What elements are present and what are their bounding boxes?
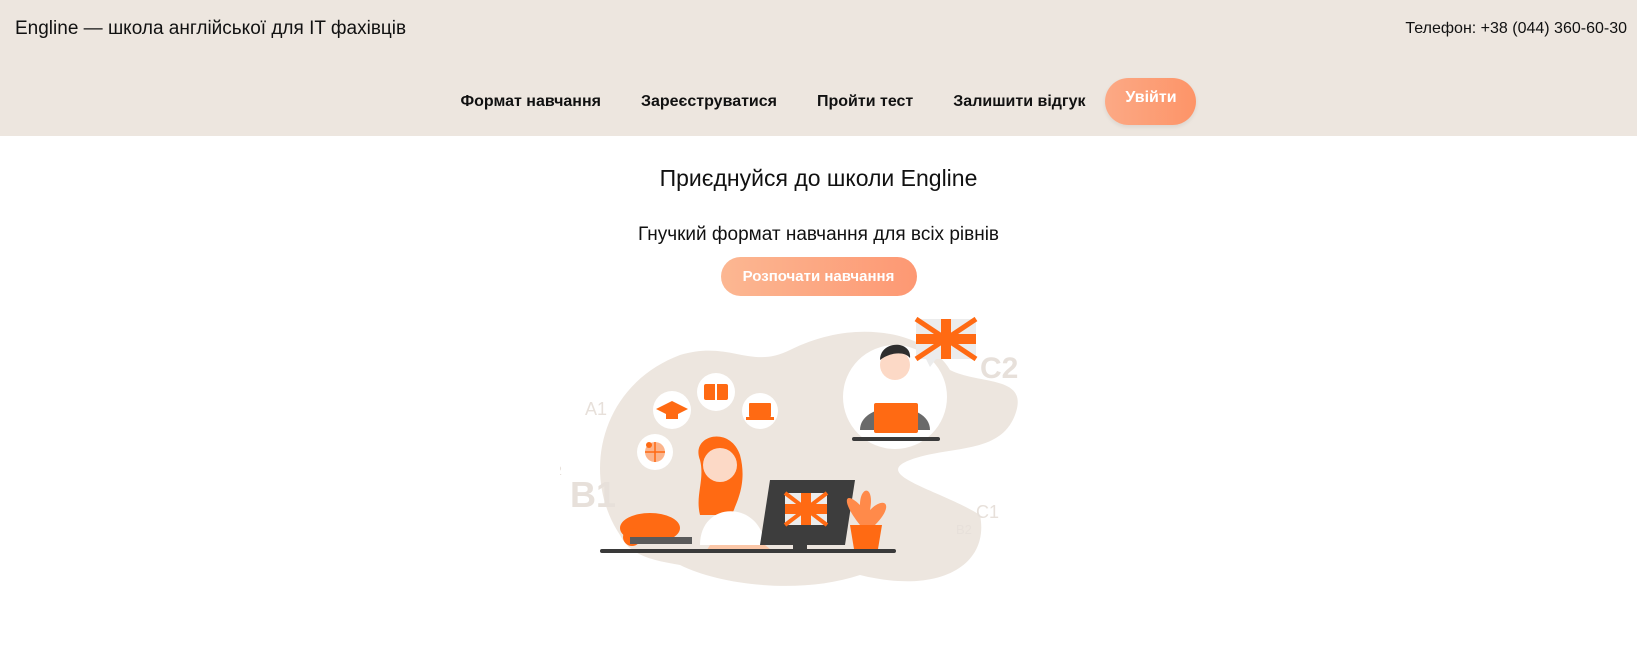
hero-subtitle: Гнучкий формат навчання для всіх рівнів [637, 224, 1000, 245]
site-header: Engline — школа англійської для IT фахів… [0, 0, 1637, 136]
graduation-cap-icon [653, 391, 691, 429]
level-label-b1: B1 [570, 474, 616, 515]
laptop-icon [742, 393, 778, 429]
nav-item-format[interactable]: Формат навчання [461, 93, 601, 111]
nav-item-test[interactable]: Пройти тест [817, 93, 913, 111]
phone-number: Телефон: +38 (044) 360-60-30 [1405, 20, 1627, 37]
level-label-c2: C2 [980, 352, 1018, 385]
level-label-b2-left: B2 [560, 463, 562, 478]
globe-icon [637, 434, 673, 470]
login-button[interactable]: Увійти [1105, 78, 1197, 125]
level-label-c1: C1 [976, 502, 999, 522]
hero-illustration: A1 B2 B1 C2 C1 B2 [560, 316, 1018, 586]
monitor-icon [760, 480, 855, 553]
level-label-b2-right: B2 [956, 522, 972, 537]
brand-title[interactable]: Engline — школа англійської для IT фахів… [15, 18, 406, 40]
book-icon [697, 373, 735, 411]
nav-item-feedback[interactable]: Залишити відгук [953, 93, 1085, 111]
nav-item-register[interactable]: Зареєструватися [641, 93, 777, 111]
hero-title: Приєднуйся до школи Engline [659, 165, 978, 191]
main-nav: Формат навчання Зареєструватися Пройти т… [0, 78, 1637, 125]
level-label-a1: A1 [585, 399, 607, 419]
desk [600, 549, 896, 553]
cta-wrapper: Розпочати навчання [0, 257, 1637, 296]
start-learning-button[interactable]: Розпочати навчання [720, 257, 917, 296]
